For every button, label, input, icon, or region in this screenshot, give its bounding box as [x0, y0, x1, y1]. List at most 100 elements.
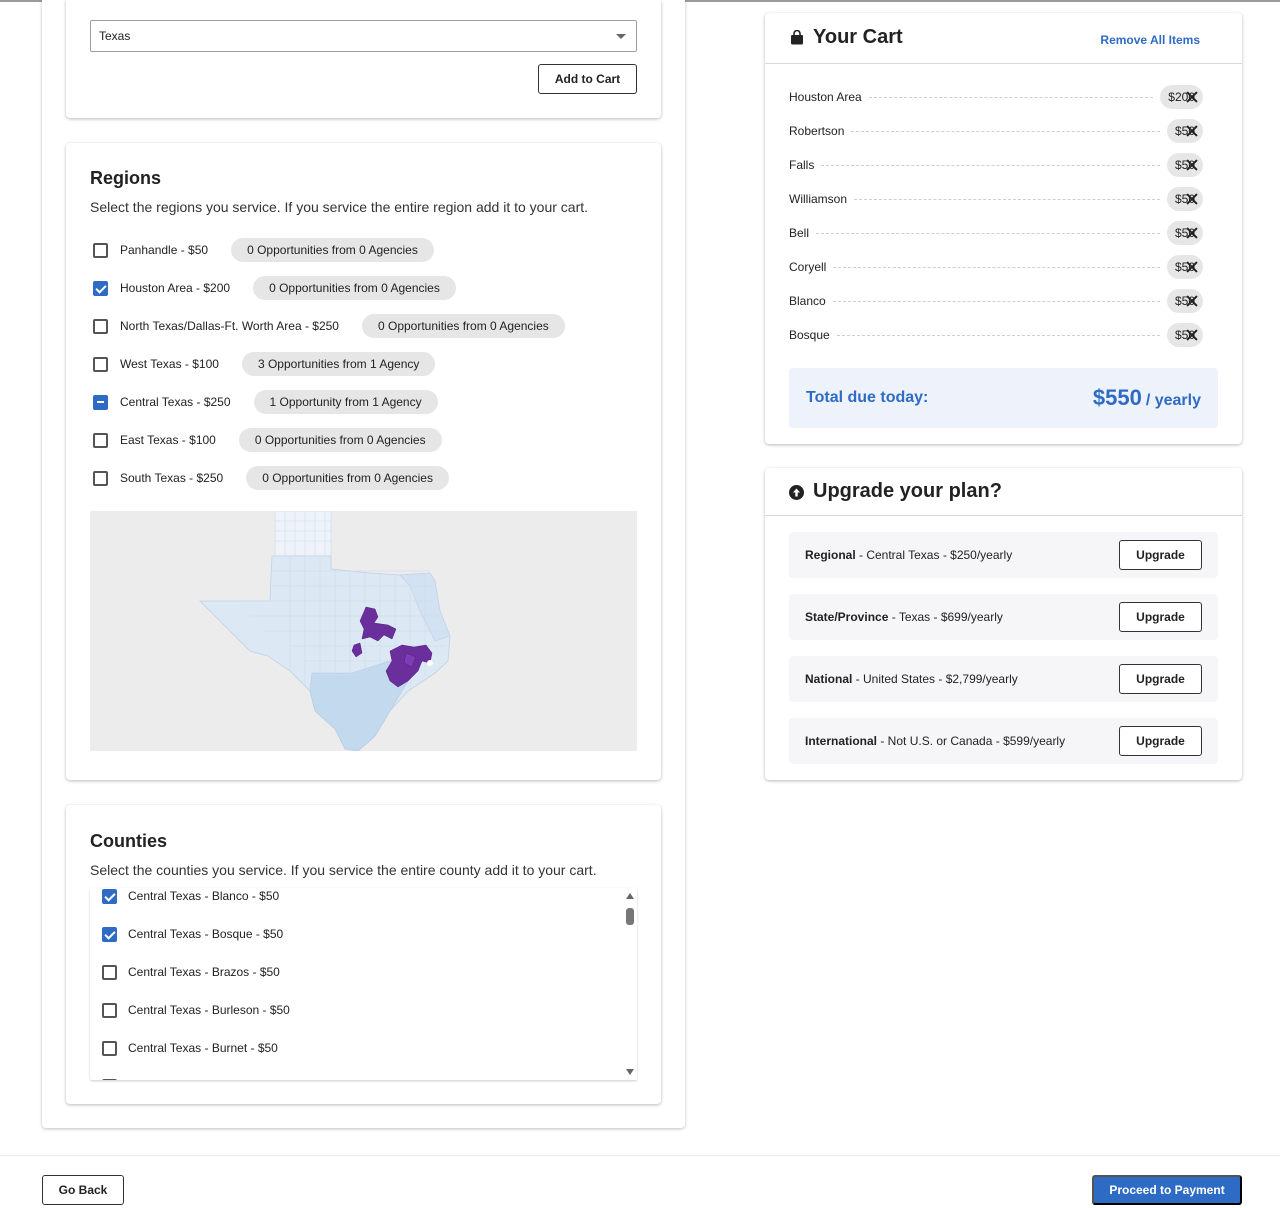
region-checkbox[interactable]: [93, 432, 108, 448]
cart-card: Your Cart Remove All Items Houston Area …: [765, 13, 1242, 444]
county-label: Central Texas - Bosque - $50: [128, 927, 284, 941]
remove-item-icon[interactable]: [1186, 193, 1198, 205]
county-checkbox[interactable]: [102, 926, 117, 942]
counties-title: Counties: [90, 831, 168, 851]
remove-item-icon[interactable]: [1186, 125, 1198, 137]
county-checkbox[interactable]: [102, 964, 117, 980]
opportunities-badge: 0 Opportunities from 0 Agencies: [253, 276, 456, 300]
upgrade-button[interactable]: Upgrade: [1119, 664, 1202, 694]
panhandle-region[interactable]: [274, 511, 332, 557]
county-label: Central Texas - Blanco - $50: [128, 889, 280, 903]
county-row-bosque[interactable]: Central Texas - Bosque - $50: [102, 922, 283, 946]
region-checkbox[interactable]: [93, 356, 108, 372]
remove-item-icon[interactable]: [1186, 91, 1198, 103]
plan-description: International - Not U.S. or Canada - $59…: [805, 734, 1065, 748]
plan-name: National: [805, 672, 853, 686]
remove-item-icon[interactable]: [1186, 159, 1198, 171]
plan-row-national: National - United States - $2,799/yearly…: [789, 656, 1218, 702]
total-summary: Total due today: $550/ yearly: [789, 368, 1218, 428]
plan-description: National - United States - $2,799/yearly: [805, 672, 1018, 686]
dropdown-arrow-icon: [616, 33, 626, 39]
region-checkbox[interactable]: [93, 470, 108, 486]
remove-item-icon[interactable]: [1186, 295, 1198, 307]
cart-item: Houston Area $200: [789, 85, 1203, 109]
county-row-burnet[interactable]: Central Texas - Burnet - $50: [102, 1036, 278, 1060]
opportunities-badge: 0 Opportunities from 0 Agencies: [231, 238, 434, 262]
remove-item-icon[interactable]: [1186, 227, 1198, 239]
regions-title: Regions: [90, 168, 162, 188]
county-checkbox[interactable]: [102, 1078, 117, 1080]
region-row-panhandle[interactable]: Panhandle - $50 0 Opportunities from 0 A…: [93, 238, 434, 262]
add-to-cart-button[interactable]: Add to Cart: [538, 64, 637, 94]
counties-card: Counties Select the counties you service…: [66, 805, 661, 1104]
upgrade-button[interactable]: Upgrade: [1119, 540, 1202, 570]
cart-title: Your Cart: [813, 26, 903, 48]
total-label: Total due today:: [806, 389, 929, 406]
region-checkbox[interactable]: [93, 280, 108, 296]
houston-marker: [427, 660, 433, 666]
region-label: Panhandle - $50: [120, 243, 209, 257]
footer-divider: [0, 1155, 1280, 1156]
texas-region-map[interactable]: [90, 511, 637, 751]
state-select-value: Texas: [99, 29, 131, 43]
remove-item-icon[interactable]: [1186, 261, 1198, 273]
region-row-south-texas[interactable]: South Texas - $250 0 Opportunities from …: [93, 466, 449, 490]
state-select[interactable]: Texas: [90, 20, 637, 52]
plan-detail: - United States - $2,799/yearly: [852, 672, 1018, 686]
county-label: Central Texas - Brazos - $50: [128, 965, 280, 979]
opportunities-badge: 0 Opportunities from 0 Agencies: [361, 314, 565, 338]
plan-detail: - Not U.S. or Canada - $599/yearly: [877, 734, 1066, 748]
county-checkbox[interactable]: [102, 1002, 117, 1018]
county-checkbox[interactable]: [102, 1040, 117, 1056]
county-list[interactable]: Central Texas - Blanco - $50 Central Tex…: [90, 888, 637, 1080]
county-row-brazos[interactable]: Central Texas - Brazos - $50: [102, 960, 280, 984]
upgrade-card: Upgrade your plan? Regional - Central Te…: [765, 468, 1242, 780]
cart-item: Bosque $50: [789, 323, 1203, 347]
county-list-scrollbar[interactable]: [623, 888, 637, 1080]
region-row-west-texas[interactable]: West Texas - $100 3 Opportunities from 1…: [93, 352, 436, 376]
proceed-to-payment-button[interactable]: Proceed to Payment: [1092, 1175, 1242, 1205]
cart-item-name: Blanco: [789, 294, 826, 308]
region-row-houston-area[interactable]: Houston Area - $200 0 Opportunities from…: [93, 276, 456, 300]
regions-card: Regions Select the regions you service. …: [66, 143, 661, 780]
cart-item: Williamson $50: [789, 187, 1203, 211]
opportunities-badge: 3 Opportunities from 1 Agency: [241, 352, 436, 376]
texas-map-svg: [199, 511, 451, 751]
upgrade-button[interactable]: Upgrade: [1119, 726, 1202, 756]
region-checkbox[interactable]: [93, 242, 108, 258]
county-label: Central Texas - Burleson - $50: [128, 1003, 290, 1017]
plan-row-international: International - Not U.S. or Canada - $59…: [789, 718, 1218, 764]
scroll-thumb[interactable]: [626, 908, 634, 925]
cart-item-name: Robertson: [789, 124, 845, 138]
region-label: West Texas - $100: [120, 357, 219, 371]
scroll-down-arrow-icon[interactable]: [626, 1069, 634, 1075]
opportunities-badge: 0 Opportunities from 0 Agencies: [238, 428, 442, 452]
upgrade-button[interactable]: Upgrade: [1119, 602, 1202, 632]
county-row-burleson[interactable]: Central Texas - Burleson - $50: [102, 998, 290, 1022]
state-card: Texas Add to Cart: [66, 0, 661, 118]
plan-row-regional: Regional - Central Texas - $250/yearly U…: [789, 532, 1218, 578]
region-row-north-texas[interactable]: North Texas/Dallas-Ft. Worth Area - $250…: [93, 314, 565, 338]
region-row-central-texas[interactable]: Central Texas - $250 1 Opportunity from …: [93, 390, 438, 414]
go-back-button[interactable]: Go Back: [42, 1175, 124, 1205]
scroll-up-arrow-icon[interactable]: [626, 893, 634, 899]
plan-name: International: [805, 734, 878, 748]
county-label: Central Texas - Burnet - $50: [128, 1041, 278, 1055]
cart-item: Blanco $50: [789, 289, 1203, 313]
cart-item-name: Bell: [789, 226, 810, 240]
region-row-east-texas[interactable]: East Texas - $100 0 Opportunities from 0…: [93, 428, 442, 452]
total-value: $550/ yearly: [1093, 385, 1201, 411]
plan-description: Regional - Central Texas - $250/yearly: [805, 548, 1012, 562]
region-checkbox[interactable]: [93, 318, 108, 334]
region-label: Houston Area - $200: [120, 281, 231, 295]
cart-item: Falls $50: [789, 153, 1203, 177]
remove-item-icon[interactable]: [1186, 329, 1198, 341]
remove-all-items-link[interactable]: Remove All Items: [1100, 33, 1200, 47]
county-row-blanco[interactable]: Central Texas - Blanco - $50: [102, 888, 279, 908]
cart-item: Robertson $50: [789, 119, 1203, 143]
county-row-partial: [102, 1074, 117, 1080]
cart-item: Coryell $50: [789, 255, 1203, 279]
county-checkbox[interactable]: [102, 888, 117, 904]
region-checkbox[interactable]: [93, 394, 108, 410]
leader-dots: [816, 232, 1160, 234]
